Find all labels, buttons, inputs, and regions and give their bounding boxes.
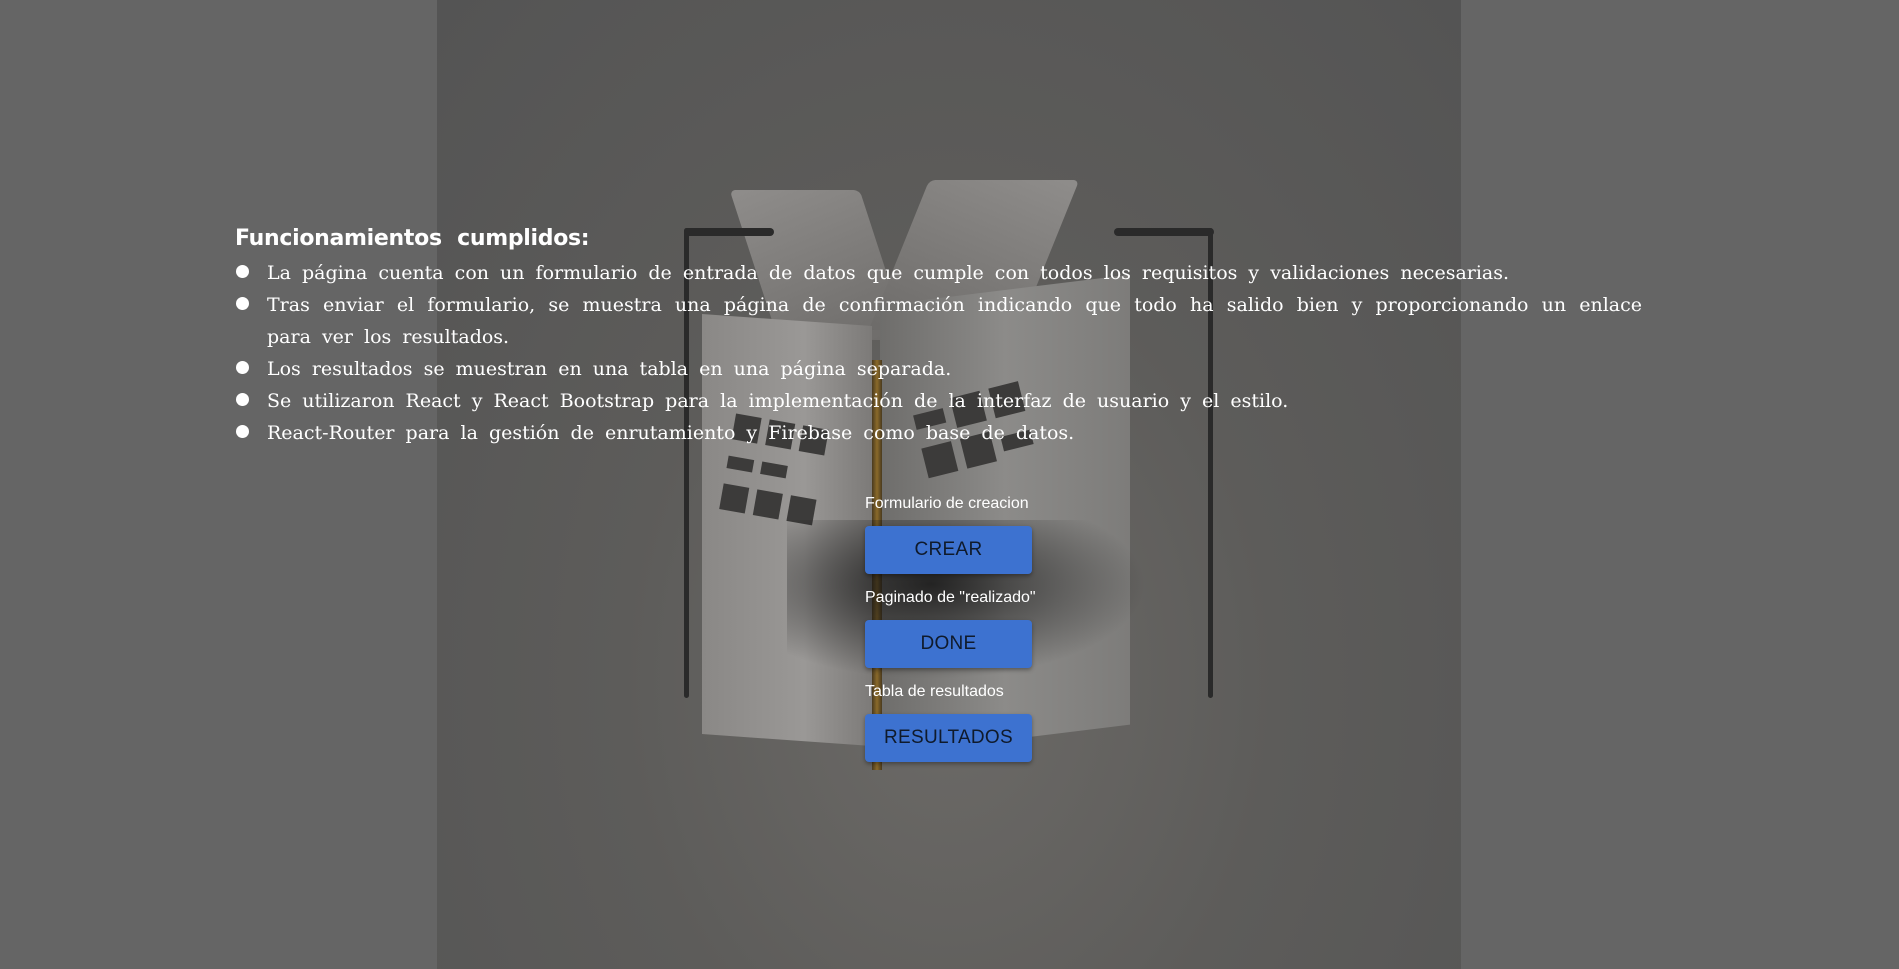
features-list-item: React-Router para la gestión de enrutami… <box>235 417 1642 449</box>
create-button[interactable]: CREAR <box>865 526 1032 574</box>
done-page-label: Paginado de "realizado" <box>865 589 1036 606</box>
features-list-item: Los resultados se muestran en una tabla … <box>235 353 1642 385</box>
bullet-icon <box>236 393 249 406</box>
features-list: La página cuenta con un formulario de en… <box>235 257 1642 449</box>
bullet-icon <box>236 297 249 310</box>
bullet-icon <box>236 265 249 278</box>
features-list-item: La página cuenta con un formulario de en… <box>235 257 1642 289</box>
results-button[interactable]: RESULTADOS <box>865 714 1032 762</box>
features-title: Funcionamientos cumplidos: <box>235 226 590 251</box>
features-list-item-text: React-Router para la gestión de enrutami… <box>267 422 1075 444</box>
features-list-item-text: Los resultados se muestran en una tabla … <box>267 358 952 380</box>
bullet-icon <box>236 425 249 438</box>
features-list-item-text: Se utilizaron React y React Bootstrap pa… <box>267 390 1289 412</box>
features-section: Funcionamientos cumplidos: La página cue… <box>235 226 1642 449</box>
features-list-item: Se utilizaron React y React Bootstrap pa… <box>235 385 1642 417</box>
bullet-icon <box>236 361 249 374</box>
features-list-item-text: Tras enviar el formulario, se muestra un… <box>267 294 1642 348</box>
features-list-item: Tras enviar el formulario, se muestra un… <box>235 289 1642 353</box>
done-button[interactable]: DONE <box>865 620 1032 668</box>
results-table-label: Tabla de resultados <box>865 683 1004 700</box>
features-list-item-text: La página cuenta con un formulario de en… <box>267 262 1510 284</box>
background-book-image: ■■■ ▬▬ ■■■ ▬■■ ■■▬ <box>437 0 1461 969</box>
navigation-actions: Formulario de creacion CREAR Paginado de… <box>865 494 1065 776</box>
create-form-label: Formulario de creacion <box>865 495 1029 512</box>
